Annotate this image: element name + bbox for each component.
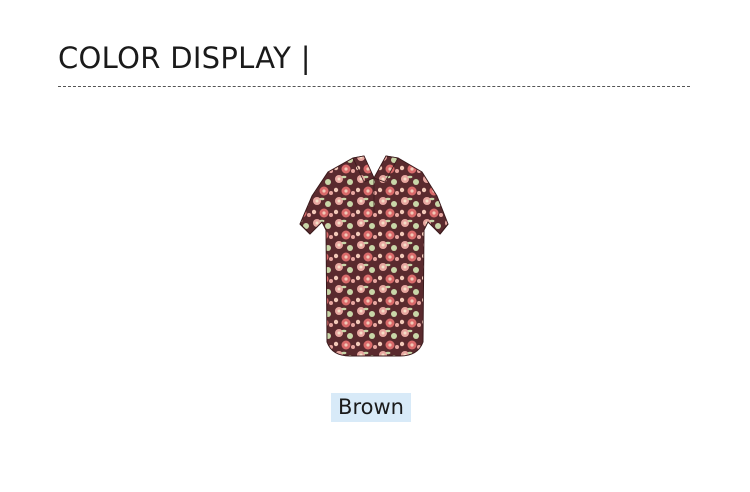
color-label: Brown — [331, 393, 411, 422]
section-divider — [58, 86, 690, 87]
floral-blouse-image — [299, 155, 449, 357]
section-title: COLOR DISPLAY | — [58, 41, 311, 75]
product-image — [290, 152, 460, 364]
